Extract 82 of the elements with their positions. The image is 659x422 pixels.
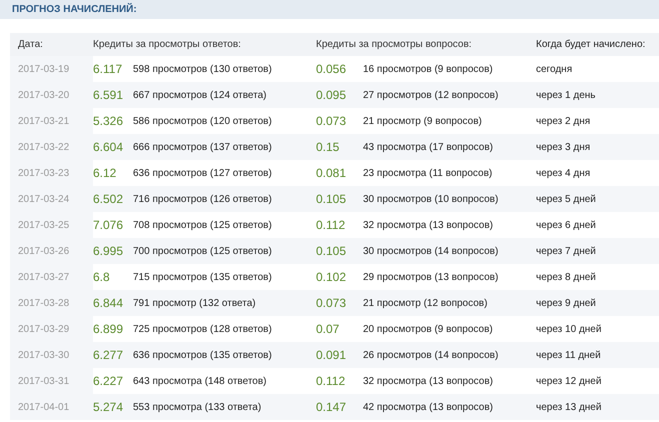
accrual-time: через 1 день: [536, 90, 596, 100]
views-text: 20 просмотров (9 вопросов): [363, 324, 494, 334]
views-text: 32 просмотра (13 вопросов): [363, 220, 494, 230]
column-header: Кредиты за просмотры ответов:: [93, 39, 242, 50]
credit-value: 0.073: [316, 296, 348, 310]
accrual-time: сегодня: [536, 64, 572, 74]
views-text: 29 просмотров (13 вопросов): [363, 272, 500, 282]
views-text: 715 просмотров (135 ответов): [133, 272, 273, 282]
section-title: ПРОГНОЗ НАЧИСЛЕНИЙ:: [12, 4, 137, 15]
views-text: 32 просмотра (13 вопросов): [363, 376, 494, 386]
credit-value: 0.081: [316, 166, 348, 180]
accrual-time: через 10 дней: [536, 324, 602, 334]
date-cell: 2017-03-31: [10, 368, 93, 394]
accrual-time: через 8 дней: [536, 272, 596, 282]
views-text: 586 просмотров (120 ответов): [133, 116, 273, 126]
column-header: Дата:: [17, 39, 44, 50]
credit-value: 0.112: [316, 218, 346, 232]
credit-value: 5.274: [93, 400, 124, 414]
credit-value: 0.07: [316, 322, 340, 336]
credit-value: 6.8: [93, 270, 111, 284]
credit-value: 6.12: [93, 166, 118, 180]
credit-value: 0.112: [316, 374, 346, 388]
credit-value: 0.105: [316, 192, 348, 206]
date-cell: 2017-03-21: [10, 108, 93, 134]
credit-value: 6.844: [93, 296, 124, 310]
views-text: 21 просмотр (9 вопросов): [363, 116, 483, 126]
views-text: 30 просмотров (14 вопросов): [363, 246, 500, 256]
column-header: Когда будет начислено:: [536, 39, 646, 50]
accrual-time: через 11 дней: [536, 350, 601, 360]
views-text: 667 просмотров (124 ответа): [133, 90, 268, 100]
credit-value: 6.899: [93, 322, 124, 336]
credit-value: 6.995: [93, 244, 124, 258]
views-text: 700 просмотров (125 ответов): [133, 246, 273, 256]
credit-value: 0.15: [316, 140, 340, 154]
date-cell: 2017-03-19: [10, 56, 93, 82]
date-cell: 2017-03-23: [10, 160, 93, 186]
accrual-time: через 7 дней: [536, 246, 596, 256]
credit-value: 6.591: [93, 88, 124, 102]
credit-value: 0.095: [316, 88, 348, 102]
views-text: 725 просмотров (128 ответов): [133, 324, 273, 334]
views-text: 23 просмотра (11 вопросов): [363, 168, 494, 178]
views-text: 708 просмотров (125 ответов): [133, 220, 273, 230]
views-text: 598 просмотров (130 ответов): [133, 64, 273, 74]
accrual-time: через 12 дней: [536, 376, 602, 386]
accrual-time: через 3 дня: [536, 142, 590, 152]
credit-value: 7.076: [93, 218, 124, 232]
accrual-time: через 2 дня: [536, 116, 590, 126]
credit-value: 0.105: [316, 244, 348, 258]
credit-value: 0.147: [316, 400, 348, 414]
views-text: 21 просмотр (12 вопросов): [363, 298, 488, 308]
views-text: 43 просмотра (17 вопросов): [363, 142, 494, 152]
views-text: 16 просмотров (9 вопросов): [363, 64, 494, 74]
credit-value: 0.056: [316, 62, 348, 76]
accrual-time: через 4 дня: [536, 168, 590, 178]
date-cell: 2017-03-29: [10, 316, 93, 342]
credit-value: 5.326: [93, 114, 124, 128]
views-text: 791 просмотр (132 ответа): [133, 298, 257, 308]
date-cell: 2017-03-27: [10, 264, 93, 290]
accrual-time: через 5 дней: [536, 194, 596, 204]
accrual-time: через 6 дней: [536, 220, 596, 230]
credit-value: 0.102: [316, 270, 348, 284]
credit-value: 6.117: [93, 62, 124, 76]
views-text: 636 просмотров (135 ответов): [133, 350, 273, 360]
credit-value: 6.502: [93, 192, 124, 206]
views-text: 666 просмотров (137 ответов): [133, 142, 273, 152]
views-text: 636 просмотров (127 ответов): [133, 168, 273, 178]
column-header: Кредиты за просмотры вопросов:: [316, 39, 473, 50]
views-text: 30 просмотров (10 вопросов): [363, 194, 500, 204]
views-text: 26 просмотров (14 вопросов): [363, 350, 500, 360]
credit-value: 6.604: [93, 140, 124, 154]
accrual-time: через 9 дней: [536, 298, 596, 308]
date-cell: 2017-03-25: [10, 212, 93, 238]
accrual-time: через 13 дней: [536, 402, 602, 412]
credit-value: 0.073: [316, 114, 348, 128]
credit-value: 6.277: [93, 348, 124, 362]
credit-value: 0.091: [316, 348, 348, 362]
views-text: 553 просмотра (133 ответа): [133, 402, 262, 412]
views-text: 42 просмотра (13 вопросов): [363, 402, 494, 412]
views-text: 27 просмотров (12 вопросов): [363, 90, 500, 100]
credit-value: 6.227: [93, 374, 124, 388]
views-text: 716 просмотров (126 ответов): [133, 194, 273, 204]
views-text: 643 просмотра (148 ответов): [133, 376, 268, 386]
